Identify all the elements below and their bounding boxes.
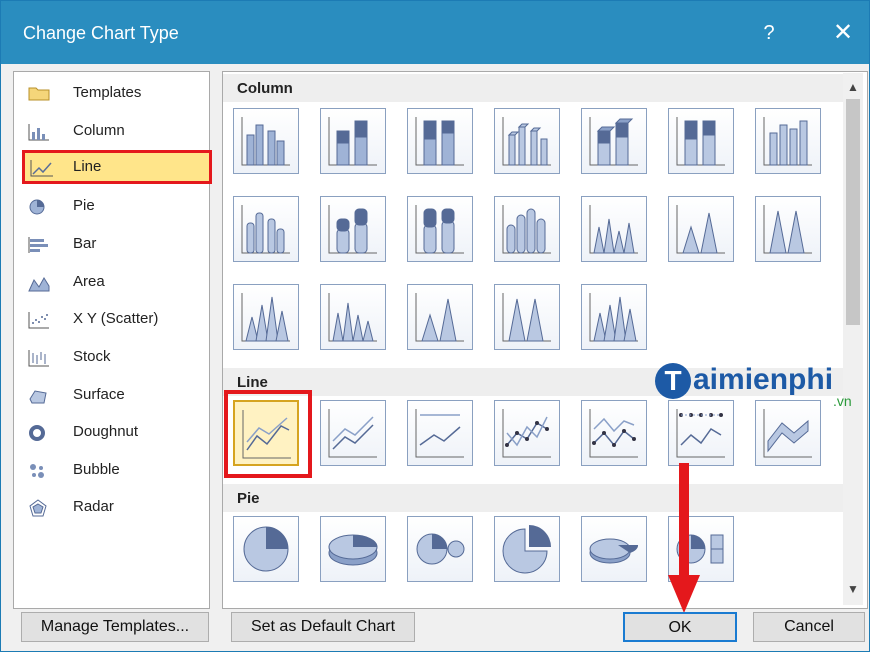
watermark-icon: T [655, 363, 691, 399]
chart-subtype-3d-stacked-column[interactable] [581, 108, 647, 174]
column-chart-icon [28, 124, 49, 141]
folder-icon [28, 87, 50, 101]
chart-subtype-stacked-cylinder[interactable] [320, 196, 386, 262]
bar-chart-icon [28, 237, 48, 253]
chart-subtype-100-stacked-cone[interactable] [755, 196, 821, 262]
doughnut-chart-icon [29, 425, 45, 441]
chart-subtype-stacked-pyramid[interactable] [407, 284, 473, 350]
chart-subtype-100-stacked-line-with-markers[interactable] [668, 400, 734, 466]
gallery-scrollbar[interactable]: ▲ ▼ [843, 73, 863, 605]
close-button[interactable]: ✕ [823, 15, 863, 51]
category-bar[interactable]: Bar [14, 227, 209, 261]
category-label: Doughnut [73, 423, 139, 440]
category-label: Bar [73, 235, 97, 252]
chart-subtype-3d-cone[interactable] [233, 284, 299, 350]
cancel-button[interactable]: Cancel [753, 612, 865, 642]
category-radar[interactable]: Radar [14, 490, 209, 524]
dialog-title: Change Chart Type [23, 23, 179, 43]
category-label: Column [73, 122, 125, 139]
chart-subtype-3d-column[interactable] [755, 108, 821, 174]
chart-subtype-gallery: Column Line Pie [222, 71, 868, 609]
section-header-pie: Pie [223, 484, 843, 512]
chart-subtype-stacked-column[interactable] [320, 108, 386, 174]
category-label: Templates [73, 84, 142, 101]
category-bubble[interactable]: Bubble [14, 453, 209, 487]
watermark-suffix: .vn [833, 393, 852, 409]
line-chart-icon [30, 160, 53, 177]
title-bar: Change Chart Type ? ✕ [1, 1, 869, 64]
chart-subtype-clustered-pyramid[interactable] [320, 284, 386, 350]
scroll-down-icon[interactable]: ▼ [843, 579, 863, 599]
scroll-up-icon[interactable]: ▲ [843, 77, 863, 97]
chart-subtype-3d-pie[interactable] [320, 516, 386, 582]
category-label: Radar [73, 498, 114, 515]
category-label: Surface [73, 386, 125, 403]
bubble-chart-icon [30, 464, 44, 478]
category-label: Bubble [73, 461, 120, 478]
chart-subtype-3d-100-stacked-column[interactable] [668, 108, 734, 174]
category-line[interactable]: Line [22, 150, 212, 184]
highlight-box [224, 390, 312, 478]
category-column[interactable]: Column [14, 114, 209, 148]
pie-chart-icon [29, 199, 45, 215]
set-default-chart-button[interactable]: Set as Default Chart [231, 612, 415, 642]
chart-subtype-clustered-cylinder[interactable] [233, 196, 299, 262]
category-label: X Y (Scatter) [73, 310, 159, 327]
watermark-text: aimienphi [693, 363, 834, 396]
category-pie[interactable]: Pie [14, 189, 209, 223]
category-label: Line [73, 158, 102, 175]
category-surface[interactable]: Surface [14, 378, 209, 412]
chart-subtype-3d-pyramid[interactable] [581, 284, 647, 350]
chart-subtype-pie-of-pie[interactable] [407, 516, 473, 582]
chart-subtype-3d-exploded-pie[interactable] [581, 516, 647, 582]
chart-subtype-clustered-column[interactable] [233, 108, 299, 174]
watermark-logo: T aimienphi .vn [655, 363, 867, 409]
category-label: Pie [73, 197, 95, 214]
chart-subtype-stacked-cone[interactable] [668, 196, 734, 262]
manage-templates-button[interactable]: Manage Templates... [21, 612, 209, 642]
section-header-column: Column [223, 74, 843, 102]
red-arrow-icon [668, 463, 700, 613]
chart-subtype-100-stacked-cylinder[interactable] [407, 196, 473, 262]
chart-subtype-exploded-pie[interactable] [494, 516, 560, 582]
scatter-chart-icon [28, 312, 49, 329]
chart-subtype-clustered-cone[interactable] [581, 196, 647, 262]
category-scatter[interactable]: X Y (Scatter) [14, 302, 209, 336]
category-stock[interactable]: Stock [14, 340, 209, 374]
chart-subtype-pie[interactable] [233, 516, 299, 582]
chart-subtype-100-stacked-pyramid[interactable] [494, 284, 560, 350]
chart-category-list: Templates Column Line Pie Bar Area X Y (… [13, 71, 212, 609]
chart-subtype-100-stacked-column[interactable] [407, 108, 473, 174]
change-chart-type-dialog: Change Chart Type ? ✕ Templates Column L… [0, 0, 870, 652]
radar-chart-icon [29, 499, 47, 517]
chart-subtype-stacked-line[interactable] [320, 400, 386, 466]
ok-button[interactable]: OK [623, 612, 737, 642]
scroll-thumb[interactable] [846, 99, 860, 325]
chart-subtype-line-with-markers[interactable] [494, 400, 560, 466]
category-label: Area [73, 273, 105, 290]
surface-chart-icon [29, 390, 47, 404]
stock-chart-icon [28, 350, 49, 367]
chart-subtype-100-stacked-line[interactable] [407, 400, 473, 466]
chart-subtype-3d-clustered-column[interactable] [494, 108, 560, 174]
category-label: Stock [73, 348, 111, 365]
chart-subtype-3d-cylinder[interactable] [494, 196, 560, 262]
category-doughnut[interactable]: Doughnut [14, 415, 209, 449]
category-templates[interactable]: Templates [14, 76, 209, 110]
chart-subtype-3d-line[interactable] [755, 400, 821, 466]
category-area[interactable]: Area [14, 265, 209, 299]
help-button[interactable]: ? [749, 15, 789, 51]
area-chart-icon [28, 277, 50, 292]
chart-subtype-stacked-line-with-markers[interactable] [581, 400, 647, 466]
